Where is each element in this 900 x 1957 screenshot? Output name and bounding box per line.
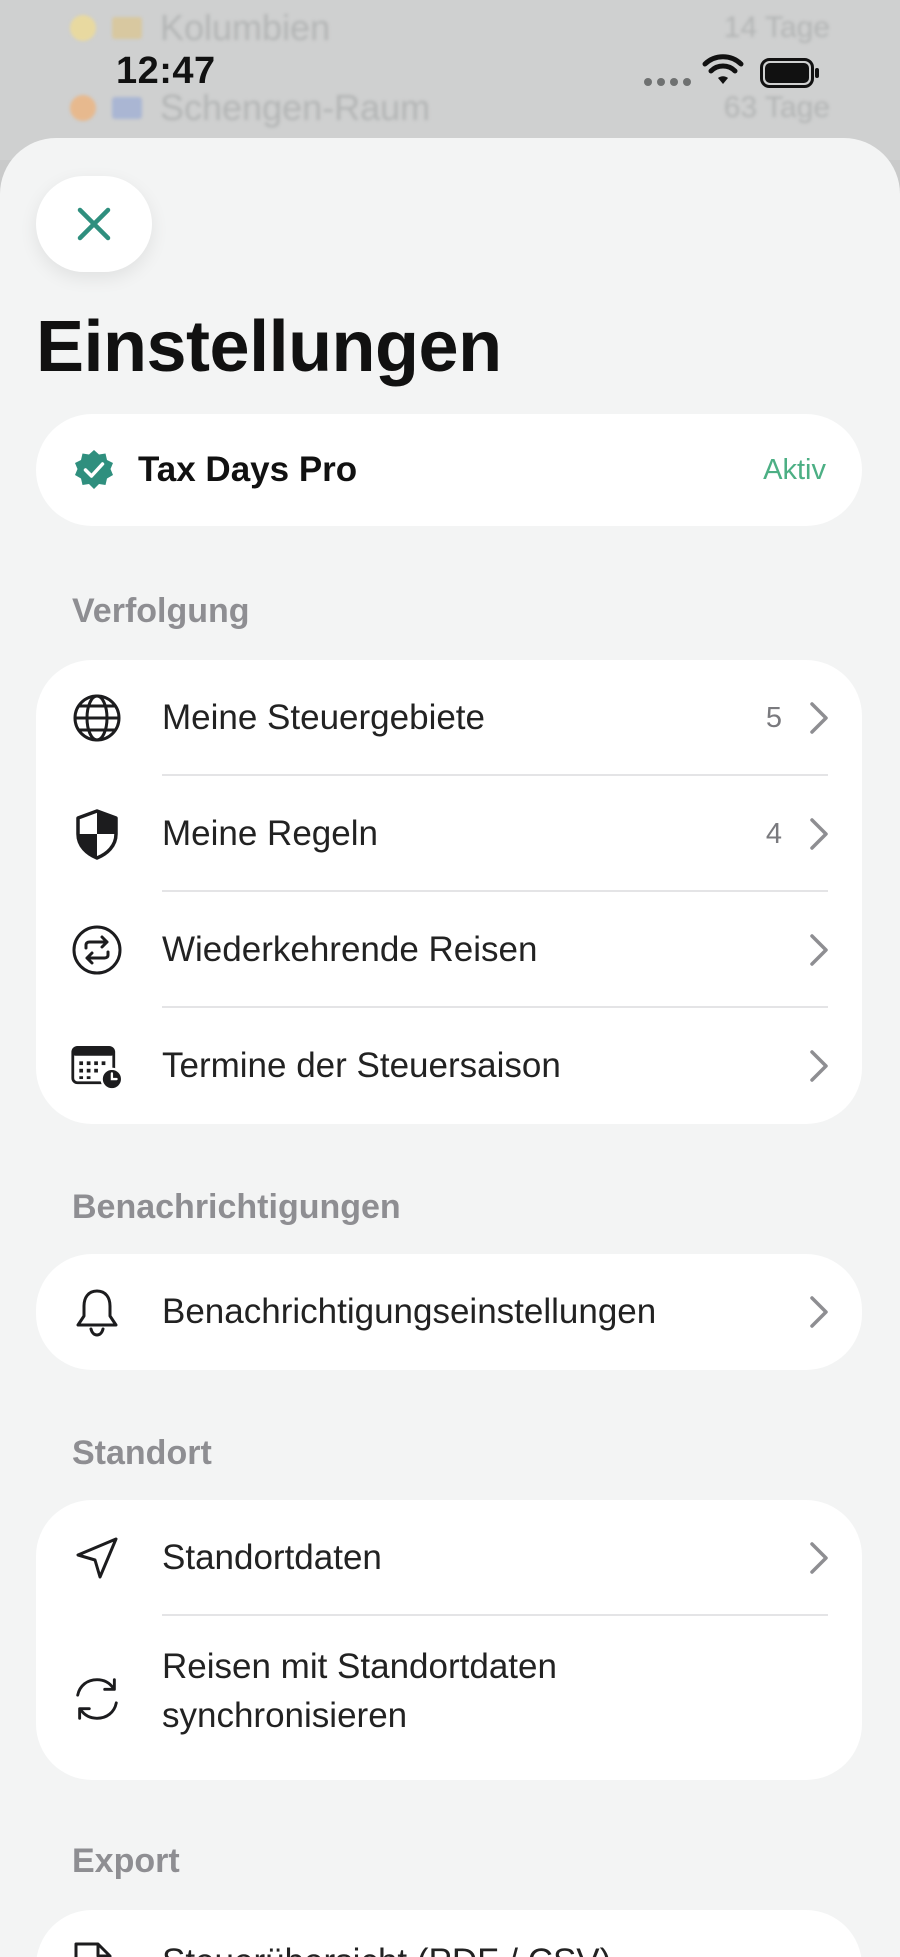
- settings-row-tax-summary-export[interactable]: Steuerübersicht (PDF / CSV): [36, 1910, 862, 1957]
- verified-badge-icon: [75, 450, 113, 489]
- status-bar: 12:47: [0, 0, 900, 140]
- tracking-card: Meine Steuergebiete 5 Meine Regeln 4 Wie…: [36, 660, 862, 1124]
- calendar-clock-icon: [70, 1039, 124, 1093]
- settings-row-notification-settings[interactable]: Benachrichtigungseinstellungen: [36, 1254, 862, 1370]
- wifi-icon: [702, 54, 744, 84]
- settings-row-label: Termine der Steuersaison: [162, 1046, 561, 1085]
- settings-row-location-data[interactable]: Standortdaten: [36, 1500, 862, 1616]
- settings-row-label: Meine Regeln: [162, 814, 378, 853]
- settings-row-tax-season-dates[interactable]: Termine der Steuersaison: [36, 1008, 862, 1124]
- pro-subscription-card[interactable]: Tax Days Pro Aktiv: [36, 414, 862, 526]
- settings-row-label: Standortdaten: [162, 1538, 382, 1577]
- settings-row-label: Wiederkehrende Reisen: [162, 930, 538, 969]
- chevron-right-icon: [810, 1296, 828, 1328]
- notifications-card: Benachrichtigungseinstellungen: [36, 1254, 862, 1370]
- chevron-right-icon: [810, 702, 828, 734]
- settings-row-label: Reisen mit Standortdaten synchronisieren: [162, 1647, 557, 1735]
- settings-sheet: Einstellungen Tax Days Pro Aktiv Verfolg…: [0, 138, 900, 1957]
- chevron-right-icon: [810, 934, 828, 966]
- location-card: Standortdaten Reisen mit Standortdaten s…: [36, 1500, 862, 1780]
- section-header-location: Standort: [72, 1434, 212, 1472]
- close-button[interactable]: [36, 176, 152, 272]
- bell-icon: [70, 1285, 124, 1339]
- chevron-right-icon: [810, 818, 828, 850]
- settings-row-count: 5: [765, 701, 782, 734]
- location-arrow-icon: [70, 1531, 124, 1585]
- close-icon: [77, 207, 111, 241]
- section-header-export: Export: [72, 1842, 180, 1880]
- shield-icon: [70, 807, 124, 861]
- sync-icon: [70, 1672, 124, 1726]
- pro-status-badge: Aktiv: [763, 453, 826, 486]
- settings-row-count: 4: [765, 817, 782, 850]
- document-icon: [70, 1940, 124, 1957]
- settings-row-tax-jurisdictions[interactable]: Meine Steuergebiete 5: [36, 660, 862, 776]
- section-header-notifications: Benachrichtigungen: [72, 1188, 401, 1226]
- settings-row-label: Steuerübersicht (PDF / CSV): [162, 1942, 611, 1957]
- cellular-signal-icon: [644, 78, 691, 86]
- settings-row-recurring-trips[interactable]: Wiederkehrende Reisen: [36, 892, 862, 1008]
- pro-name: Tax Days Pro: [138, 450, 358, 489]
- settings-row-label: Meine Steuergebiete: [162, 698, 485, 737]
- chevron-right-icon: [810, 1050, 828, 1082]
- repeat-icon: [70, 923, 124, 977]
- battery-icon: [760, 58, 819, 88]
- globe-icon: [70, 691, 124, 745]
- chevron-right-icon: [810, 1542, 828, 1574]
- status-time: 12:47: [116, 50, 216, 92]
- settings-row-sync-trips[interactable]: Reisen mit Standortdaten synchronisieren: [36, 1616, 862, 1780]
- settings-row-my-rules[interactable]: Meine Regeln 4: [36, 776, 862, 892]
- settings-row-label: Benachrichtigungseinstellungen: [162, 1292, 657, 1331]
- section-header-tracking: Verfolgung: [72, 592, 250, 630]
- page-title: Einstellungen: [36, 307, 502, 387]
